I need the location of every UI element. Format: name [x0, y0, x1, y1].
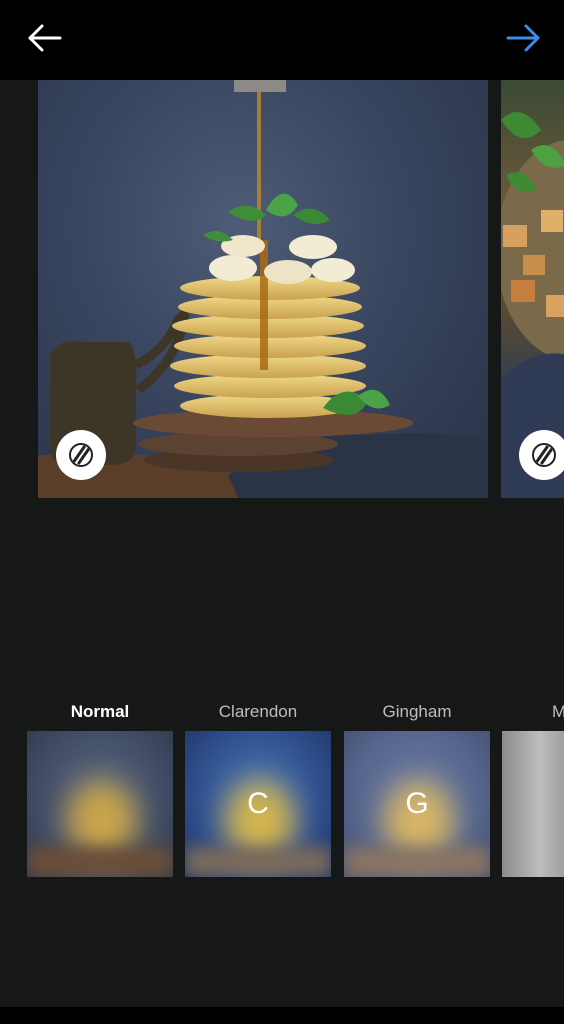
lux-adjust-icon [532, 443, 556, 467]
arrow-right-icon [506, 24, 540, 52]
thumb-table [344, 847, 490, 877]
filter-letter: C [247, 787, 269, 820]
photo-preview-current[interactable] [38, 80, 488, 498]
filter-label-normal: Normal [70, 702, 130, 721]
adjust-button[interactable] [56, 430, 106, 480]
photo-preview-next[interactable] [501, 80, 564, 498]
bottom-bar [0, 1007, 564, 1024]
filter-label-partial: M [552, 702, 564, 721]
filter-thumb-partial[interactable] [502, 731, 564, 877]
filter-label-clarendon: Clarendon [218, 702, 298, 721]
thumb-table [27, 847, 173, 877]
filter-letter: G [405, 787, 429, 820]
filter-label-gingham: Gingham [382, 702, 452, 721]
photo-carousel[interactable] [0, 80, 564, 680]
lux-adjust-icon [69, 443, 93, 467]
filter-thumb-gingham[interactable]: G [344, 731, 490, 877]
back-button[interactable] [24, 18, 64, 58]
adjust-button-next[interactable] [519, 430, 564, 480]
pancake-stack-photo [38, 80, 488, 498]
filter-thumb-clarendon[interactable]: C [185, 731, 331, 877]
next-button[interactable] [504, 18, 544, 58]
arrow-left-icon [28, 24, 62, 52]
thumb-table [185, 847, 331, 877]
filter-thumb-normal[interactable] [27, 731, 173, 877]
top-bar [0, 0, 564, 80]
